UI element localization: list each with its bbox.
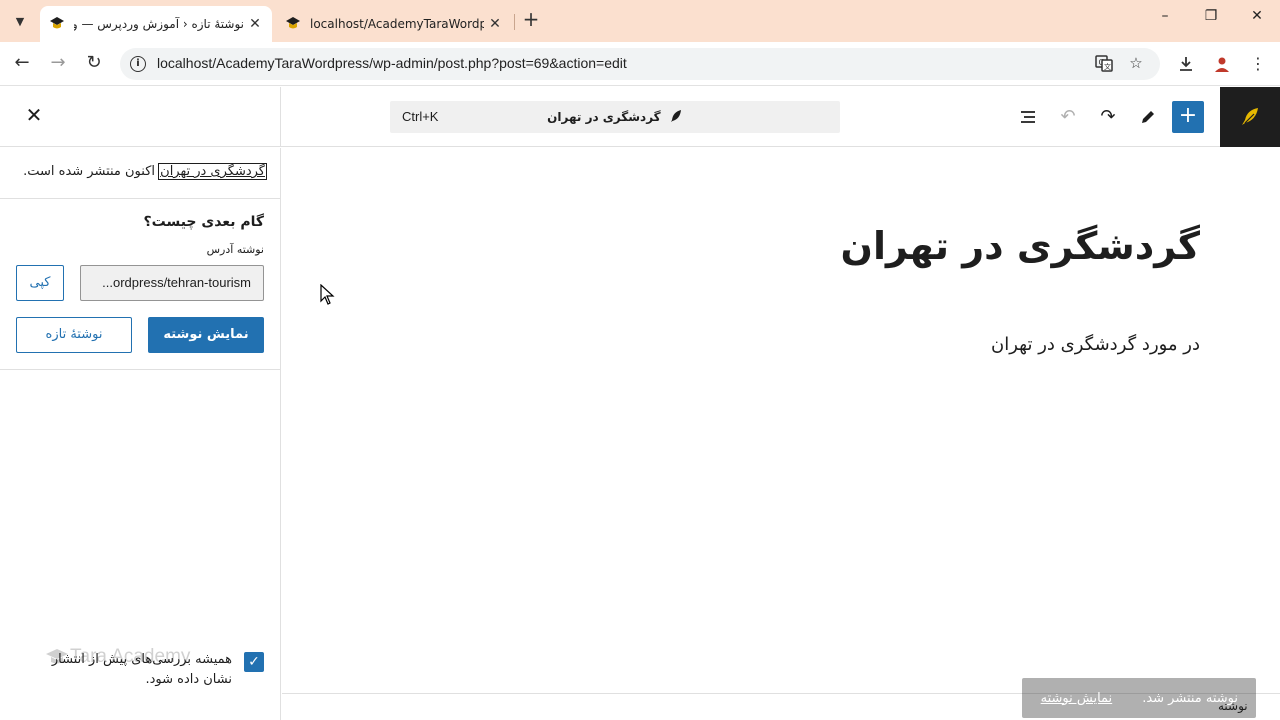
minimize-button[interactable]: – xyxy=(1142,8,1188,32)
url-text[interactable]: localhost/AcademyTaraWordpress/wp-admin/… xyxy=(157,55,627,71)
site-logo[interactable] xyxy=(1220,87,1280,147)
reload-icon[interactable]: ↻ xyxy=(82,52,106,76)
browser-menu-icon[interactable]: ⋮ xyxy=(1246,52,1270,76)
bookmark-star-icon[interactable]: ☆ xyxy=(1126,54,1146,74)
post-title[interactable]: گردشگری در تهران xyxy=(841,224,1200,268)
checkmark-icon: ✓ xyxy=(248,654,260,670)
pre-publish-checkbox-label: همیشه بررسی‌های پیش از انتشار نشان داده … xyxy=(51,652,232,687)
post-address-label: نوشته آدرس xyxy=(206,243,264,256)
undo-icon[interactable]: ↶ xyxy=(1052,101,1084,133)
header-divider xyxy=(280,87,281,147)
tab-close-icon[interactable]: ✕ xyxy=(484,16,506,32)
view-post-button[interactable]: نمایش نوشته xyxy=(148,317,264,353)
published-message: گردشگری در تهران اکنون منتشر شده است. xyxy=(0,148,280,199)
document-title: گردشگری در تهران xyxy=(390,109,840,124)
translate-icon[interactable]: G文 xyxy=(1094,54,1114,74)
snackbar-message: نوشته منتشر شد. xyxy=(1142,690,1238,706)
tab-separator xyxy=(514,14,515,30)
pre-publish-checkbox[interactable]: ✓ xyxy=(244,652,264,672)
forward-arrow-icon[interactable]: → xyxy=(46,52,70,76)
feather-logo-icon xyxy=(1242,108,1258,125)
post-publish-panel: گردشگری در تهران اکنون منتشر شده است. گا… xyxy=(0,148,281,720)
copy-button[interactable]: کپی xyxy=(16,265,64,301)
new-tab-plus-icon[interactable]: + xyxy=(520,9,542,31)
whats-next-section: گام بعدی چیست؟ نوشته آدرس ...ordpress/te… xyxy=(0,200,280,370)
close-window-button[interactable]: ✕ xyxy=(1234,8,1280,32)
back-arrow-icon[interactable]: ← xyxy=(10,52,34,76)
editor-header: ✕ Ctrl+K گردشگری در تهران ↶ ↷ + xyxy=(0,87,1280,147)
tab-localhost[interactable]: localhost/AcademyTaraWordpre ✕ xyxy=(276,6,512,42)
command-palette-bar[interactable]: Ctrl+K گردشگری در تهران xyxy=(390,101,840,133)
tab-title: نوشتهٔ تازه ‹ آموزش وردپرس — ور xyxy=(74,17,244,31)
add-block-button[interactable]: + xyxy=(1172,101,1204,133)
address-bar[interactable]: i localhost/AcademyTaraWordpress/wp-admi… xyxy=(120,48,1160,80)
tab-new-post[interactable]: نوشتهٔ تازه ‹ آموزش وردپرس — ور ✕ xyxy=(40,6,272,42)
tab-title: localhost/AcademyTaraWordpre xyxy=(310,17,484,31)
list-view-icon[interactable] xyxy=(1012,101,1044,133)
close-icon[interactable]: ✕ xyxy=(22,103,46,127)
site-info-icon[interactable]: i xyxy=(130,56,146,72)
document-title-text: گردشگری در تهران xyxy=(547,110,661,124)
published-post-link[interactable]: گردشگری در تهران xyxy=(158,163,267,180)
browser-toolbar: ← → ↻ i localhost/AcademyTaraWordpress/w… xyxy=(0,42,1280,86)
whats-next-title: گام بعدی چیست؟ xyxy=(143,214,264,230)
redo-icon[interactable]: ↷ xyxy=(1092,101,1124,133)
browser-tab-bar: ▼ نوشتهٔ تازه ‹ آموزش وردپرس — ور ✕ loca… xyxy=(0,0,1280,42)
post-paragraph[interactable]: در مورد گردشگری در تهران xyxy=(991,334,1200,355)
editor-canvas: گردشگری در تهران در مورد گردشگری در تهرا… xyxy=(282,148,1280,693)
post-url-field[interactable]: ...ordpress/tehran-tourism xyxy=(80,265,264,301)
snackbar: نوشته منتشر شد. نمایش نوشته xyxy=(1022,678,1256,718)
published-suffix: اکنون منتشر شده است. xyxy=(23,164,160,179)
profile-avatar-icon[interactable] xyxy=(1210,52,1234,76)
tab-close-icon[interactable]: ✕ xyxy=(244,16,266,32)
restore-button[interactable]: ❐ xyxy=(1188,8,1234,32)
snackbar-view-post-link[interactable]: نمایش نوشته xyxy=(1041,691,1113,706)
mouse-cursor-icon xyxy=(320,283,336,306)
download-icon[interactable] xyxy=(1174,52,1198,76)
svg-text:文: 文 xyxy=(1104,62,1111,71)
plus-icon: + xyxy=(1178,103,1198,128)
new-post-button[interactable]: نوشتهٔ تازه xyxy=(16,317,132,353)
tab-search-chevron-icon[interactable]: ▼ xyxy=(8,9,32,33)
site-favicon-icon xyxy=(284,15,302,33)
feather-icon xyxy=(661,110,683,124)
pen-icon[interactable] xyxy=(1132,101,1164,133)
site-favicon-icon xyxy=(48,15,66,33)
